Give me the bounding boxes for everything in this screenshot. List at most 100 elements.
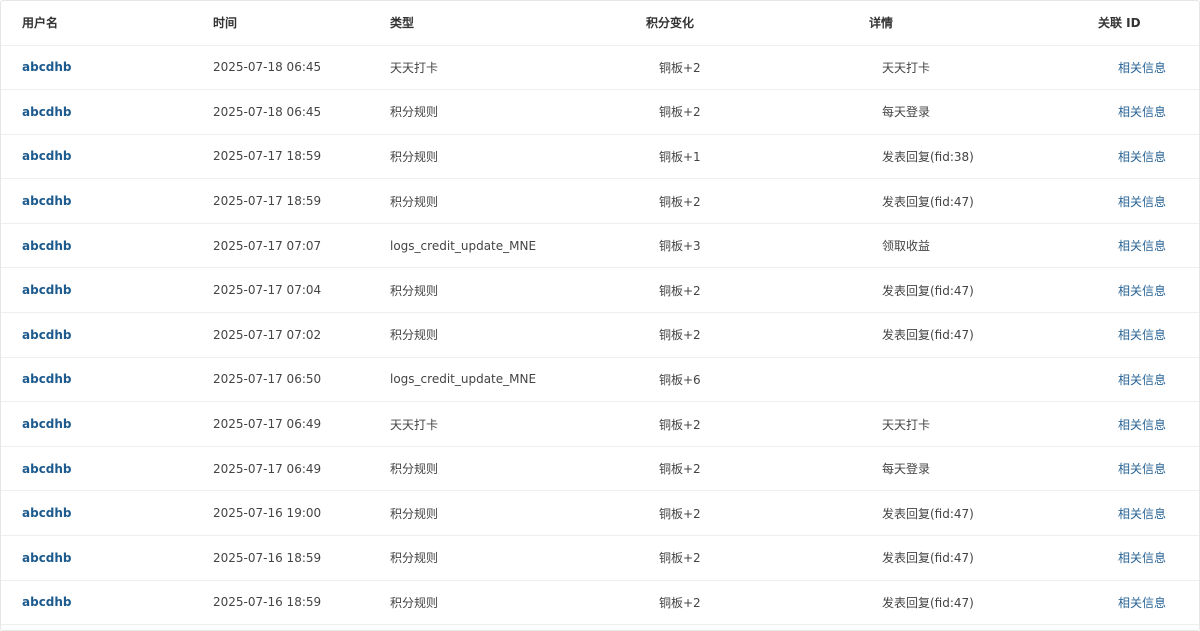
username-link[interactable]: abcdhb: [22, 417, 72, 431]
cell-username: abcdhb: [1, 223, 213, 268]
related-info-link[interactable]: 相关信息: [1118, 150, 1166, 164]
cell-username: abcdhb: [1, 357, 213, 402]
cell-detail: 每天登录: [882, 462, 931, 477]
username-link[interactable]: abcdhb: [22, 462, 72, 476]
related-info-link[interactable]: 相关信息: [1118, 61, 1166, 75]
table-row: abcdhb 2025-07-17 07:04 积分规则 铜板+2 发表回复(f…: [1, 268, 1199, 313]
cell-type: 积分规则: [390, 506, 439, 521]
cell-type: logs_credit_update_MNE: [390, 238, 537, 253]
cell-type: 积分规则: [390, 105, 439, 120]
username-link[interactable]: abcdhb: [22, 551, 72, 565]
cell-time: 2025-07-17 06:49: [213, 461, 322, 476]
cell-related: 相关信息: [1085, 45, 1199, 90]
cell-related: 相关信息: [1085, 268, 1199, 313]
header-credit-change: 积分变化: [646, 1, 869, 46]
header-type: 类型: [390, 1, 646, 46]
cell-credit-change: 铜板+2: [659, 595, 701, 610]
cell-detail: 发表回复(fid:47): [882, 328, 974, 343]
cell-detail: 发表回复(fid:38): [882, 149, 974, 164]
related-info-link[interactable]: 相关信息: [1118, 373, 1166, 387]
cell-type: 积分规则: [390, 194, 439, 209]
related-info-link[interactable]: 相关信息: [1118, 462, 1166, 476]
cell-username: abcdhb: [1, 402, 213, 447]
cell-related: 相关信息: [1085, 179, 1199, 224]
related-info-link[interactable]: 相关信息: [1118, 328, 1166, 342]
related-info-link[interactable]: 相关信息: [1118, 284, 1166, 298]
cell-detail: 发表回复(fid:47): [882, 551, 974, 566]
username-link[interactable]: abcdhb: [22, 239, 72, 253]
cell-username: abcdhb: [1, 313, 213, 358]
cell-credit-change: 铜板+6: [659, 372, 701, 387]
cell-username: abcdhb: [1, 179, 213, 224]
cell-time: 2025-07-17 07:07: [213, 238, 322, 253]
cell-credit-change: 铜板+2: [659, 462, 701, 477]
cell-detail: 天天打卡: [882, 417, 931, 432]
cell-type: 积分规则: [390, 595, 439, 610]
cell-credit-change: 铜板+3: [659, 239, 701, 254]
cell-time: 2025-07-18 06:45: [213, 60, 322, 75]
cell-detail: 发表回复(fid:47): [882, 506, 974, 521]
credit-log-panel: 用户名 时间 类型 积分变化 详情 关联 ID abcdhb 2025-07-1…: [0, 0, 1200, 631]
cell-time: 2025-07-17 06:49: [213, 417, 322, 432]
header-detail: 详情: [869, 1, 1085, 46]
cell-type: logs_credit_update_MNE: [390, 372, 537, 387]
cell-related: 相关信息: [1085, 223, 1199, 268]
related-info-link[interactable]: 相关信息: [1118, 596, 1166, 610]
table-row: abcdhb 2025-07-16 19:00 积分规则 铜板+2 发表回复(f…: [1, 491, 1199, 536]
cell-type: 积分规则: [390, 149, 439, 164]
cell-username: abcdhb: [1, 134, 213, 179]
cell-related: 相关信息: [1085, 90, 1199, 135]
table-header-row: 用户名 时间 类型 积分变化 详情 关联 ID: [1, 1, 1199, 46]
cell-time: 2025-07-16 18:59: [213, 550, 322, 565]
cell-username: abcdhb: [1, 491, 213, 536]
cell-detail: 发表回复(fid:47): [882, 194, 974, 209]
username-link[interactable]: abcdhb: [22, 149, 72, 163]
related-info-link[interactable]: 相关信息: [1118, 105, 1166, 119]
cell-username: abcdhb: [1, 268, 213, 313]
table-row: abcdhb 2025-07-18 06:45 天天打卡 铜板+2 天天打卡 相…: [1, 45, 1199, 90]
credit-log-table: 用户名 时间 类型 积分变化 详情 关联 ID abcdhb 2025-07-1…: [1, 1, 1199, 625]
cell-related: 相关信息: [1085, 446, 1199, 491]
username-link[interactable]: abcdhb: [22, 595, 72, 609]
cell-credit-change: 铜板+2: [659, 551, 701, 566]
cell-time: 2025-07-17 18:59: [213, 194, 322, 209]
username-link[interactable]: abcdhb: [22, 372, 72, 386]
table-row: abcdhb 2025-07-17 18:59 积分规则 铜板+2 发表回复(f…: [1, 179, 1199, 224]
username-link[interactable]: abcdhb: [22, 328, 72, 342]
cell-related: 相关信息: [1085, 580, 1199, 625]
username-link[interactable]: abcdhb: [22, 194, 72, 208]
cell-detail: 发表回复(fid:47): [882, 595, 974, 610]
cell-detail: 每天登录: [882, 105, 931, 120]
cell-related: 相关信息: [1085, 357, 1199, 402]
cell-time: 2025-07-17 18:59: [213, 149, 322, 164]
header-related-id: 关联 ID: [1085, 1, 1199, 46]
cell-type: 积分规则: [390, 283, 439, 298]
cell-credit-change: 铜板+2: [659, 417, 701, 432]
table-row: abcdhb 2025-07-16 18:59 积分规则 铜板+2 发表回复(f…: [1, 536, 1199, 581]
cell-username: abcdhb: [1, 580, 213, 625]
cell-credit-change: 铜板+2: [659, 105, 701, 120]
cell-related: 相关信息: [1085, 134, 1199, 179]
username-link[interactable]: abcdhb: [22, 506, 72, 520]
cell-detail: 天天打卡: [882, 60, 931, 75]
cell-credit-change: 铜板+2: [659, 283, 701, 298]
related-info-link[interactable]: 相关信息: [1118, 239, 1166, 253]
header-time: 时间: [213, 1, 390, 46]
cell-detail: [869, 357, 1085, 402]
related-info-link[interactable]: 相关信息: [1118, 551, 1166, 565]
cell-credit-change: 铜板+2: [659, 506, 701, 521]
related-info-link[interactable]: 相关信息: [1118, 195, 1166, 209]
table-row: abcdhb 2025-07-17 18:59 积分规则 铜板+1 发表回复(f…: [1, 134, 1199, 179]
cell-time: 2025-07-17 07:02: [213, 327, 322, 342]
table-row: abcdhb 2025-07-16 18:59 积分规则 铜板+2 发表回复(f…: [1, 580, 1199, 625]
cell-type: 天天打卡: [390, 417, 439, 432]
cell-related: 相关信息: [1085, 402, 1199, 447]
username-link[interactable]: abcdhb: [22, 283, 72, 297]
cell-type: 积分规则: [390, 462, 439, 477]
related-info-link[interactable]: 相关信息: [1118, 507, 1166, 521]
related-info-link[interactable]: 相关信息: [1118, 418, 1166, 432]
username-link[interactable]: abcdhb: [22, 60, 72, 74]
username-link[interactable]: abcdhb: [22, 105, 72, 119]
cell-time: 2025-07-16 18:59: [213, 595, 322, 610]
header-username: 用户名: [1, 1, 213, 46]
